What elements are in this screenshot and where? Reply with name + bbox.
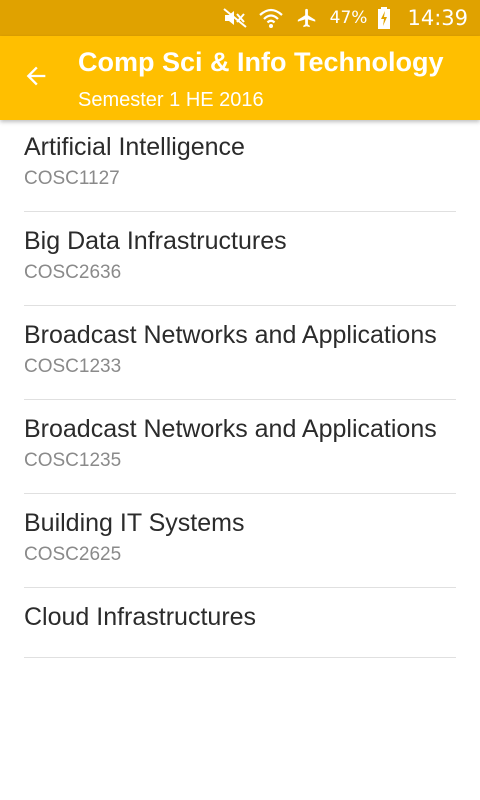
course-code: COSC2625 — [24, 544, 122, 565]
course-name: Broadcast Networks and Applications — [24, 415, 437, 443]
list-item[interactable]: Broadcast Networks and Applications COSC… — [24, 400, 456, 494]
battery-percentage: 47% — [329, 8, 368, 28]
list-item[interactable]: Artificial Intelligence COSC1127 — [24, 120, 456, 212]
clock: 14:39 — [407, 6, 468, 30]
status-bar: 47% 14:39 — [0, 0, 480, 36]
mute-icon — [222, 7, 248, 29]
page-title: Comp Sci & Info Technology — [78, 47, 444, 77]
list-item[interactable]: Big Data Infrastructures COSC2636 — [24, 212, 456, 306]
page-subtitle: Semester 1 HE 2016 — [78, 89, 264, 111]
course-code: COSC2636 — [24, 262, 122, 283]
status-icons: 47% 14:39 — [222, 6, 468, 30]
course-code: COSC1235 — [24, 450, 122, 471]
course-code: COSC1233 — [24, 356, 122, 377]
wifi-icon — [258, 7, 284, 29]
back-button[interactable] — [18, 60, 54, 96]
course-code: COSC1127 — [24, 168, 120, 189]
battery-charging-icon — [377, 7, 391, 29]
arrow-back-icon — [22, 62, 50, 95]
app-bar: Comp Sci & Info Technology Semester 1 HE… — [0, 36, 480, 120]
list-item[interactable]: Building IT Systems COSC2625 — [24, 494, 456, 588]
course-name: Artificial Intelligence — [24, 133, 245, 161]
course-name: Broadcast Networks and Applications — [24, 321, 437, 349]
list-item[interactable]: Broadcast Networks and Applications COSC… — [24, 306, 456, 400]
course-name: Building IT Systems — [24, 509, 245, 537]
course-name: Big Data Infrastructures — [24, 227, 287, 255]
airplane-icon — [294, 7, 320, 29]
course-list[interactable]: Artificial Intelligence COSC1127 Big Dat… — [0, 120, 480, 800]
course-name: Cloud Infrastructures — [24, 603, 257, 631]
list-item[interactable]: Cloud Infrastructures — [24, 588, 456, 658]
